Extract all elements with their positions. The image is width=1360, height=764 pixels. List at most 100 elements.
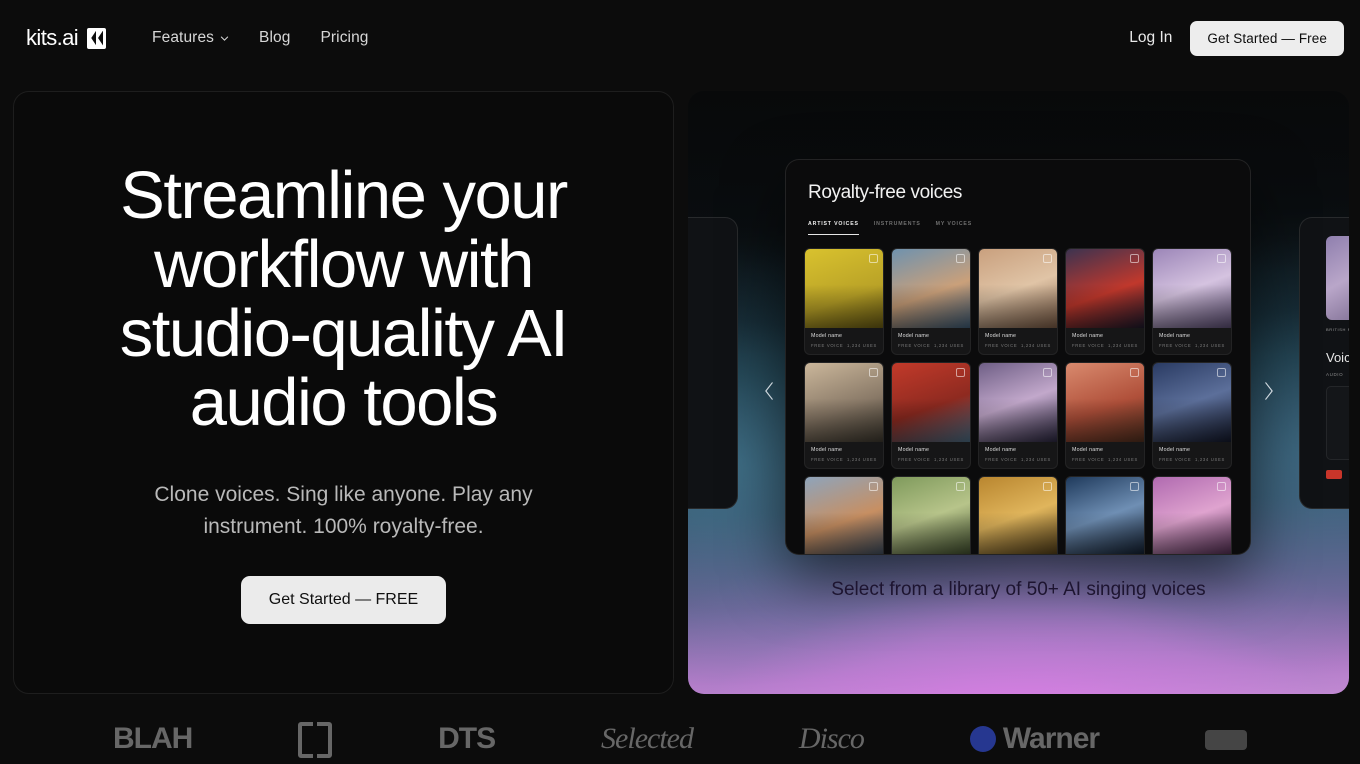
voice-card-tag-uses: 1,234 USES	[1107, 457, 1138, 462]
partner-logo-warner: Warner	[969, 722, 1100, 756]
voice-card[interactable]: Model nameFREE VOICE1,234 USES	[1065, 248, 1145, 355]
partner-logo-bracket-icon	[298, 722, 333, 758]
partner-logo-warner-label: Warner	[1002, 722, 1100, 755]
voice-card[interactable]: Model nameFREE VOICE1,234 USES	[1152, 362, 1232, 469]
voice-card-tag-uses: 1,234 USES	[1020, 457, 1051, 462]
peek-right-panel	[1326, 386, 1349, 460]
nav-item-features[interactable]: Features	[152, 29, 229, 47]
voice-card-image	[979, 477, 1057, 554]
voice-card-tag-uses: 1,234 USES	[846, 343, 877, 348]
voice-card-tag-uses: 1,234 USES	[1020, 343, 1051, 348]
voice-card-tags: FREE VOICE 1,234 USES	[1072, 343, 1138, 348]
voice-card-badge-icon	[1043, 254, 1052, 263]
app-window-tabs: ARTIST VOICES INSTRUMENTS MY VOICES	[808, 221, 1250, 235]
voice-card-grid: Model name FREE VOICE 1,234 USES Model name…	[786, 235, 1250, 554]
voice-card-tag-uses: 1,234 USES	[846, 457, 877, 462]
voice-card[interactable]: Model nameFREE VOICE1,234 USES	[891, 362, 971, 469]
voice-card-meta: Model name FREE VOICE 1,234 USES	[805, 442, 883, 468]
carousel-peek-left[interactable]: SETTINGS	[688, 217, 738, 509]
voice-card-image	[892, 363, 970, 442]
voice-card-badge-icon	[956, 482, 965, 491]
get-started-hero-button[interactable]: Get Started — FREE	[240, 575, 447, 624]
voice-card[interactable]: Model nameFREE VOICE1,234 USES	[1065, 476, 1145, 554]
carousel-peek-right[interactable]: BRITISH PO Voice AUDIO	[1299, 217, 1349, 509]
voice-card-meta: Model name FREE VOICE 1,234 USES	[892, 328, 970, 354]
hero-subheading: Clone voices. Sing like anyone. Play any…	[154, 483, 533, 538]
voice-card[interactable]: Model nameFREE VOICE1,234 USES	[804, 476, 884, 554]
voice-card-tag-uses: 1,234 USES	[1194, 457, 1225, 462]
chevron-down-icon	[220, 34, 229, 43]
peek-left-row	[688, 369, 729, 387]
voice-card[interactable]: Model name FREE VOICE1,234 USES	[804, 362, 884, 469]
voice-card-tag-free: FREE VOICE	[811, 343, 844, 348]
voice-card-name: Model name	[811, 447, 843, 453]
voice-card[interactable]: Model nameFREE VOICE1,234 USES	[1152, 248, 1232, 355]
voice-card-name: Model name	[985, 333, 1017, 339]
voice-card-tag-free: FREE VOICE	[985, 457, 1018, 462]
voice-card-tag-free: FREE VOICE	[1159, 343, 1192, 348]
voice-card[interactable]: Model nameFREE VOICE1,234 USES	[804, 248, 884, 355]
chevron-right-icon	[1262, 381, 1275, 404]
tab-instruments[interactable]: INSTRUMENTS	[874, 221, 921, 235]
voice-card-name: Model name	[1072, 447, 1104, 453]
voice-card-tag-uses: 1,234 USES	[1194, 343, 1225, 348]
peek-left-row	[688, 315, 729, 333]
voice-card-image	[979, 249, 1057, 328]
voice-card-badge-icon	[956, 254, 965, 263]
voice-card-tag-uses: 1,234 USES	[933, 343, 964, 348]
peek-left-row	[688, 333, 729, 351]
peek-left-row	[688, 387, 729, 405]
peek-right-title: Voice	[1326, 350, 1349, 365]
voice-card-tags: FREE VOICE 1,234 USES	[985, 457, 1051, 462]
voice-card[interactable]: Model nameFREE VOICE1,234 USES	[978, 362, 1058, 469]
nav-links: Features Blog Pricing	[152, 29, 368, 47]
partner-logo-dts: DTS	[438, 722, 496, 755]
voice-card[interactable]: Model nameFREE VOICE1,234 USES	[978, 476, 1058, 554]
voice-card-meta: Model name FREE VOICE 1,234 USES	[805, 328, 883, 354]
voice-card-image	[892, 477, 970, 554]
voice-card-meta: Model name FREE VOICE 1,234 USES	[979, 328, 1057, 354]
voice-card[interactable]: Model name FREE VOICE1,234 USES	[978, 248, 1058, 355]
voice-card-image	[1153, 363, 1231, 442]
carousel-prev-button[interactable]	[756, 380, 782, 406]
voice-card-tag-uses: 1,234 USES	[933, 457, 964, 462]
voice-card-tags: FREE VOICE 1,234 USES	[811, 343, 877, 348]
voice-card[interactable]: Model nameFREE VOICE1,234 USES	[891, 476, 971, 554]
partner-logo-disco: Disco	[798, 722, 865, 755]
voice-card-name: Model name	[898, 447, 930, 453]
carousel-caption: Select from a library of 50+ AI singing …	[831, 579, 1206, 600]
voice-card[interactable]: Model nameFREE VOICE1,234 USES	[1152, 476, 1232, 554]
voice-card-meta: Model name FREE VOICE 1,234 USES	[1153, 328, 1231, 354]
voice-card-name: Model name	[898, 333, 930, 339]
nav-item-blog[interactable]: Blog	[259, 29, 290, 47]
voice-card-image	[1153, 249, 1231, 328]
voice-card-meta: Model name FREE VOICE 1,234 USES	[1066, 442, 1144, 468]
brand-logo[interactable]: kits.ai	[26, 27, 107, 49]
tab-artist-voices[interactable]: ARTIST VOICES	[808, 221, 859, 235]
peek-left-row	[688, 423, 729, 441]
voice-card[interactable]: Model name FREE VOICE1,234 USES	[1065, 362, 1145, 469]
nav-item-pricing[interactable]: Pricing	[320, 29, 368, 47]
nav-item-pricing-label: Pricing	[320, 29, 369, 46]
voice-card-badge-icon	[1217, 368, 1226, 377]
peek-right-subtitle: AUDIO	[1326, 372, 1344, 377]
peek-left-row	[688, 351, 729, 369]
tab-my-voices[interactable]: MY VOICES	[936, 221, 972, 235]
partner-logo-rect-icon	[1205, 730, 1247, 750]
voice-card-image	[892, 249, 970, 328]
voice-card[interactable]: Model nameFREE VOICE1,234 USES	[891, 248, 971, 355]
voice-card-badge-icon	[1130, 254, 1139, 263]
voice-card-tags: FREE VOICE 1,234 USES	[1072, 457, 1138, 462]
voice-card-tags: FREE VOICE 1,234 USES	[811, 457, 877, 462]
get-started-nav-button[interactable]: Get Started — Free	[1190, 20, 1344, 56]
voice-card-image	[805, 363, 883, 442]
voice-card-badge-icon	[1217, 482, 1226, 491]
voice-card-image	[1153, 477, 1231, 554]
voice-card-badge-icon	[956, 368, 965, 377]
voice-card-badge-icon	[1043, 368, 1052, 377]
partner-logo-selected: Selected	[601, 722, 694, 755]
carousel-next-button[interactable]	[1255, 380, 1281, 406]
login-button[interactable]: Log In	[1129, 29, 1172, 47]
voice-card-tag-uses: 1,234 USES	[1107, 343, 1138, 348]
voice-card-tags: FREE VOICE 1,234 USES	[985, 343, 1051, 348]
